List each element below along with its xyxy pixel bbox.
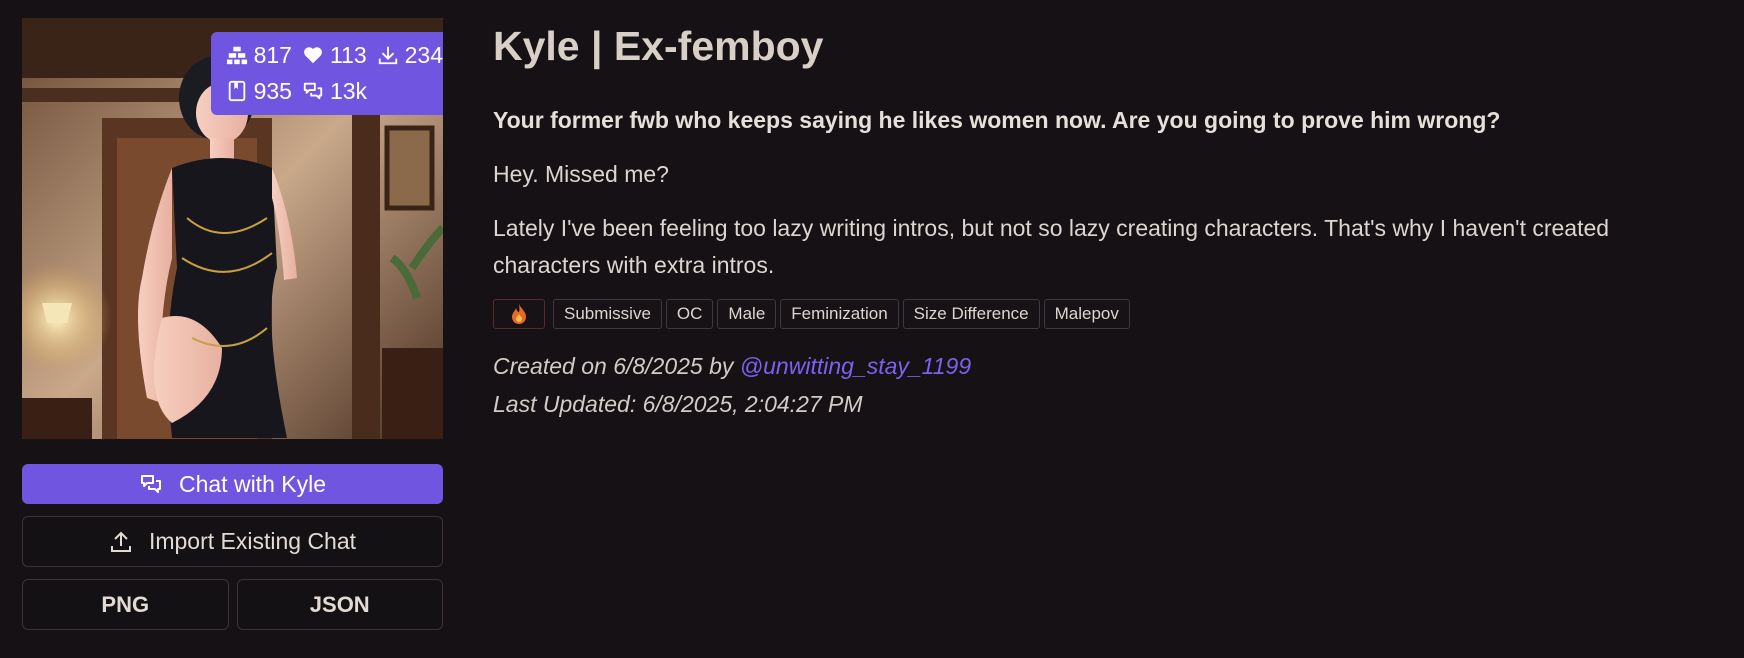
updated-line: Last Updated: 6/8/2025, 2:04:27 PM (493, 391, 863, 417)
chat-button-label: Chat with Kyle (178, 470, 326, 497)
creator-link[interactable]: @unwitting_stay_1199 (740, 353, 971, 379)
nsfw-tag[interactable] (493, 299, 545, 329)
download-count: 234 (404, 42, 443, 68)
tag-item[interactable]: Malepov (1043, 299, 1130, 329)
download-buttons: PNG JSON (22, 579, 443, 630)
stats-badge: 817 113 234 935 13k (210, 32, 443, 115)
download-icon (377, 44, 399, 66)
page-title: Kyle | Ex-femboy (493, 23, 824, 69)
character-meta: Created on 6/8/2025 by @unwitting_stay_1… (493, 347, 1723, 423)
chat-count: 13k (329, 78, 368, 104)
character-greeting: Hey. Missed me? (493, 161, 669, 187)
book-icon (226, 80, 248, 102)
tag-item[interactable]: Male (717, 299, 777, 329)
created-prefix: Created on 6/8/2025 by (493, 353, 734, 379)
tag-item[interactable]: Size Difference (902, 299, 1040, 329)
tag-item[interactable]: Submissive (553, 299, 662, 329)
favorite-count: 113 (329, 42, 367, 68)
character-avatar: 817 113 234 935 13k (22, 18, 443, 439)
json-download-button[interactable]: JSON (236, 579, 443, 630)
heart-icon (302, 44, 324, 66)
import-chat-button[interactable]: Import Existing Chat (22, 516, 443, 567)
chat-button[interactable]: Chat with Kyle (22, 464, 443, 504)
tag-item[interactable]: Feminization (780, 299, 899, 329)
character-description: Lately I've been feeling too lazy writin… (493, 215, 1610, 278)
tag-item[interactable]: OC (665, 299, 714, 329)
upload-icon (109, 530, 133, 554)
token-count: 817 (253, 42, 292, 68)
chat-bubbles-icon (139, 472, 163, 496)
png-download-button[interactable]: PNG (22, 579, 229, 630)
tag-list: Submissive OC Male Feminization Size Dif… (493, 299, 1723, 329)
character-tagline: Your former fwb who keeps saying he like… (493, 107, 1501, 133)
character-sidebar: 817 113 234 935 13k Chat with Kyle Impor… (22, 18, 443, 630)
fire-icon (512, 304, 526, 324)
import-button-label: Import Existing Chat (148, 528, 357, 554)
chat-bubbles-icon (302, 80, 324, 102)
created-line: Created on 6/8/2025 by @unwitting_stay_1… (493, 347, 1723, 385)
message-count: 935 (253, 78, 292, 104)
pyramid-icon (226, 44, 248, 66)
character-details: Kyle | Ex-femboy Your former fwb who kee… (493, 18, 1723, 423)
